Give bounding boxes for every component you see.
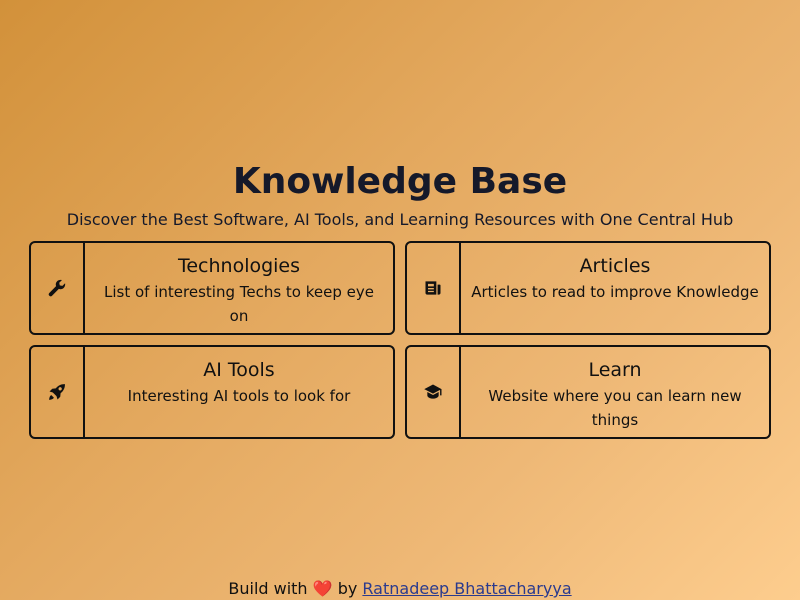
author-link[interactable]: Ratnadeep Bhattacharyya [362,579,571,598]
footer-prefix: Build with [228,579,308,598]
card-articles[interactable]: Articles Articles to read to improve Kno… [405,241,771,335]
heart-icon: ❤️ [312,579,333,598]
card-ai-tools[interactable]: AI Tools Interesting AI tools to look fo… [29,345,395,439]
card-title: Articles [579,255,651,277]
card-title: Technologies [177,255,301,277]
card-title: Learn [588,359,642,381]
card-description: Articles to read to improve Knowledge [471,283,759,301]
wrench-icon [31,243,85,333]
page-title: Knowledge Base [232,161,568,202]
newspaper-icon [407,243,461,333]
card-title: AI Tools [203,359,275,381]
graduation-cap-icon [407,347,461,437]
card-description: Interesting AI tools to look for [127,387,351,405]
page-subtitle: Discover the Best Software, AI Tools, an… [66,210,734,229]
footer-by: by [337,579,358,598]
card-technologies[interactable]: Technologies List of interesting Techs t… [29,241,395,335]
card-learn[interactable]: Learn Website where you can learn new th… [405,345,771,439]
footer: Build with ❤️ by Ratnadeep Bhattacharyya [0,578,800,600]
rocket-icon [31,347,85,437]
card-description: List of interesting Techs to keep eye on [104,283,374,325]
card-description: Website where you can learn new things [488,387,742,429]
